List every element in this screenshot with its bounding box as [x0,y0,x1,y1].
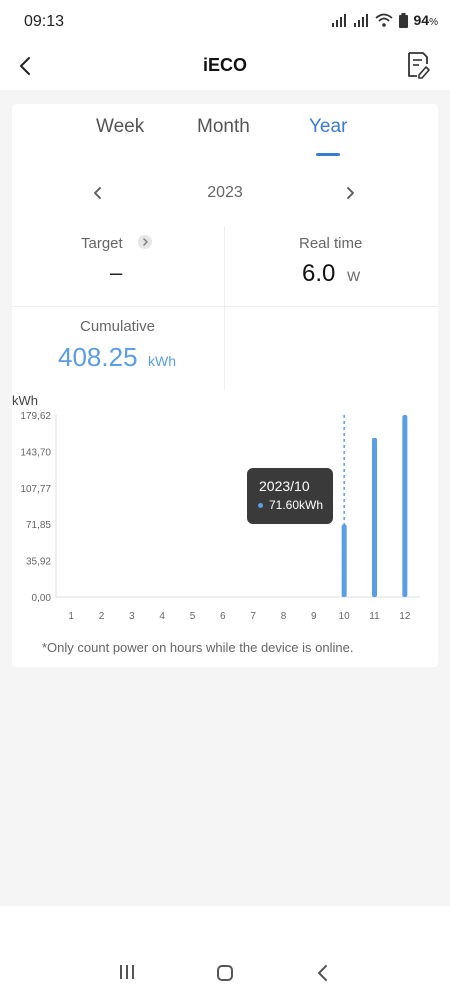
wifi-icon [374,13,393,27]
x-tick-label: 10 [339,611,351,622]
recent-apps-icon [120,965,134,979]
stats-card: Week Month Year 2023 Target – Real time … [12,104,438,667]
cumulative-unit: kWh [148,353,176,369]
target-label: Target [81,235,123,252]
signal-icon-2 [353,14,368,27]
y-tick-label: 0,00 [32,593,52,604]
next-year-button[interactable] [342,184,358,202]
battery-icon [398,12,408,28]
period-tabs: Week Month Year [12,104,438,164]
signal-icon [331,14,346,27]
y-tick-label: 107,77 [20,484,51,495]
x-tick-label: 4 [159,611,165,622]
tab-month[interactable]: Month [197,116,250,138]
divider [224,307,225,389]
report-edit-icon [408,52,430,79]
x-tick-label: 1 [68,611,74,622]
chart-tooltip: 2023/10 71.60kWh [247,468,333,524]
chart-bar [372,437,377,597]
divider [12,306,438,307]
y-axis-unit-label: kWh [12,393,38,408]
year-label: 2023 [207,184,243,201]
home-button[interactable] [216,964,234,982]
x-tick-label: 3 [129,611,135,622]
tab-week[interactable]: Week [96,116,144,138]
year-navigator: 2023 [12,180,438,210]
x-tick-label: 2 [99,611,105,622]
realtime-unit: W [347,268,361,284]
footnote: *Only count power on hours while the dev… [42,640,354,655]
report-button[interactable] [404,50,432,80]
active-tab-indicator [316,153,340,156]
home-icon [217,965,233,981]
chart-bar [402,415,408,597]
status-icons: 94% [331,12,438,28]
x-tick-label: 6 [220,611,226,622]
status-time: 09:13 [24,13,65,30]
tooltip-date: 2023/10 [259,478,310,494]
chart-svg: kWh0,0035,9271,85107,77143,70179,621 2 3 4 5… [12,393,420,622]
energy-chart[interactable]: kWh 0,00 35,92 71,85 107,77 143,70 179,62 1 2 3 4 5… [12,389,438,629]
x-tick-label: 5 [190,611,196,622]
y-tick-label: 143,70 [20,447,51,458]
y-tick-label: 179,62 [20,411,51,422]
status-bar: 09:13 94% [0,0,450,44]
tooltip-dot [258,503,263,508]
system-back-button[interactable] [316,964,330,982]
divider [224,226,225,306]
target-value: – [110,260,123,285]
y-tick-label: 35,92 [26,557,51,568]
realtime-label: Real time [299,235,363,252]
chevron-right-icon [347,187,354,199]
y-tick-label: 71,85 [26,520,51,531]
chevron-right-small-icon [143,238,148,246]
realtime-value: 6.0 [302,260,336,287]
back-icon [318,965,327,981]
x-tick-label: 11 [369,611,380,622]
cumulative-value: 408.25 [58,342,138,372]
recent-apps-button[interactable] [118,964,136,980]
x-tick-label: 12 [399,611,411,622]
x-tick-label: 9 [311,611,317,622]
page-title: iECO [202,55,247,75]
target-info-button[interactable] [138,235,152,249]
battery-percent: 94% [413,12,438,28]
system-navbar [0,906,450,1000]
cumulative-label: Cumulative [80,318,156,335]
tooltip-value: 71.60kWh [269,498,324,512]
x-tick-label: 8 [281,611,287,622]
x-tick-label: 7 [250,611,256,622]
app-header: iECO [0,44,450,90]
tab-year[interactable]: Year [309,116,347,138]
